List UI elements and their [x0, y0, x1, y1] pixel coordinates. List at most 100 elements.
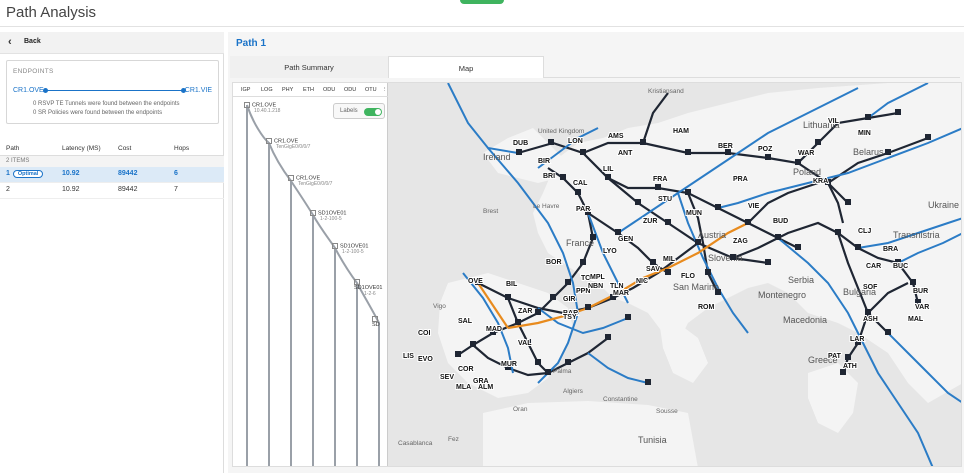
geo-label: Montenegro — [758, 290, 806, 300]
geo-label: Vigo — [433, 303, 446, 310]
node-label[interactable]: LIL — [602, 165, 615, 174]
node-label[interactable]: ANT — [617, 149, 634, 158]
node-label[interactable]: NIC — [635, 277, 649, 286]
table-row[interactable]: 2 10.92 89442 7 — [0, 183, 224, 199]
node-label[interactable]: EVO — [417, 355, 434, 364]
node-label[interactable]: PAR — [575, 205, 591, 214]
source-dot — [43, 88, 48, 93]
node-label[interactable]: MUR — [500, 360, 518, 369]
node-label[interactable]: LYO — [602, 247, 618, 256]
hop-node[interactable]: CR1.OVE TenGigE0/0/0/7 — [266, 138, 310, 150]
hop-checkbox[interactable] — [332, 243, 338, 249]
node-label[interactable]: ZAG — [732, 237, 749, 246]
hop-node[interactable]: SD1OVE01 1-2-100-5 — [310, 210, 346, 222]
node-label[interactable]: MIL — [662, 255, 677, 264]
node-label[interactable]: MIN — [857, 129, 872, 138]
node-label[interactable]: GIR — [562, 295, 576, 304]
hop-node[interactable]: CR1.OVE 10.40.1.218 — [244, 102, 280, 114]
status-indicator — [460, 0, 504, 4]
node-label[interactable]: ZAR — [517, 307, 533, 316]
node-label[interactable]: LON — [567, 137, 584, 146]
node-label[interactable]: AMS — [607, 132, 625, 141]
node-label[interactable]: BUC — [892, 262, 909, 271]
hop-node[interactable]: SD — [372, 316, 387, 328]
node-label[interactable]: NBN — [587, 282, 604, 291]
back-button[interactable]: ‹ Back — [0, 32, 224, 54]
node-label[interactable]: ROM — [697, 303, 716, 312]
node-label[interactable]: ATH — [842, 362, 858, 371]
node-label[interactable]: SAL — [457, 317, 474, 326]
node-label[interactable]: VAR — [914, 303, 930, 312]
node-label[interactable]: OVE — [467, 277, 484, 286]
col-latency[interactable]: Latency (MS) — [62, 145, 101, 152]
node-label[interactable]: MPL — [589, 273, 607, 282]
node-label[interactable]: BRA — [882, 245, 899, 254]
node-label[interactable]: FLO — [680, 272, 697, 281]
node-label[interactable]: STU — [657, 195, 673, 204]
sr-note: 0 SR Policies were found between the end… — [33, 110, 163, 116]
node-label[interactable]: COR — [457, 365, 475, 374]
node-label[interactable]: GEN — [617, 235, 634, 244]
hop-checkbox[interactable] — [354, 279, 360, 285]
node-label[interactable]: VIE — [747, 202, 761, 211]
node-label[interactable]: ZUR — [642, 217, 658, 226]
node-label[interactable]: MUN — [685, 209, 703, 218]
source-endpoint[interactable]: CR1.OVE — [13, 87, 44, 94]
geo-label: Macedonia — [783, 315, 827, 325]
node-label[interactable]: MAR — [612, 289, 630, 298]
node-label[interactable]: HAM — [672, 127, 690, 136]
geo-label: Palma — [553, 368, 572, 375]
destination-endpoint[interactable]: CR1.VIE — [185, 87, 212, 94]
node-label[interactable]: FRA — [652, 175, 668, 184]
hop-checkbox[interactable] — [310, 210, 316, 216]
node-label[interactable]: CAR — [865, 262, 882, 271]
node-label[interactable]: BRI — [542, 172, 556, 181]
hop-node[interactable]: CR1.OVE TenGigE0/0/0/7 — [288, 175, 332, 187]
tab-map[interactable]: Map — [388, 56, 544, 78]
node-label[interactable]: BIL — [505, 280, 519, 289]
node-label[interactable]: BUR — [912, 287, 929, 296]
node-label[interactable]: ASH — [862, 315, 879, 324]
geo-label: Algiers — [563, 388, 584, 395]
node-label[interactable]: SOF — [862, 283, 879, 292]
col-path[interactable]: Path — [6, 145, 19, 152]
col-hops[interactable]: Hops — [174, 145, 189, 152]
node-label[interactable]: TLN — [609, 282, 625, 291]
hop-checkbox[interactable] — [244, 102, 250, 108]
hop-checkbox[interactable] — [266, 138, 272, 144]
node-label[interactable]: COI — [417, 329, 432, 338]
node-label[interactable]: MAL — [907, 315, 925, 324]
node-label[interactable]: SAV — [645, 265, 661, 274]
hop-node[interactable]: SD1OVE01 1-2-100-5 — [332, 243, 368, 255]
node-label[interactable]: TSY — [562, 313, 578, 322]
node-label[interactable]: POZ — [757, 145, 774, 154]
node-label[interactable]: PRA — [732, 175, 749, 184]
node-label[interactable]: CLJ — [857, 227, 872, 236]
node-label[interactable]: MAD — [485, 325, 503, 334]
node-label[interactable]: SEV — [439, 373, 455, 382]
col-cost[interactable]: Cost — [118, 145, 131, 152]
node-label[interactable]: MLA — [455, 383, 472, 392]
network-map[interactable]: Ireland Lithuania Belarus Poland Ukraine… — [388, 83, 962, 467]
node-label[interactable]: VAL — [517, 339, 533, 348]
node-label[interactable]: LIS — [402, 352, 415, 361]
node-label[interactable]: ALM — [477, 383, 494, 392]
map-canvas[interactable]: Ireland Lithuania Belarus Poland Ukraine… — [388, 83, 962, 467]
node-label[interactable]: BER — [717, 142, 734, 151]
hop-node[interactable]: SD1OVE01 1-2-6 — [354, 279, 387, 297]
node-label[interactable]: CAL — [572, 179, 589, 188]
node-label[interactable]: WAR — [797, 149, 815, 158]
hop-checkbox[interactable] — [372, 316, 378, 322]
node-label[interactable]: LAR — [849, 335, 865, 344]
table-row[interactable]: 1 Optimal 10.92 89442 6 — [0, 167, 224, 183]
node-label[interactable]: PAT — [827, 352, 843, 361]
node-label[interactable]: BUD — [772, 217, 789, 226]
node-label[interactable]: KRA — [812, 177, 829, 186]
rsvp-note: 0 RSVP TE Tunnels were found between the… — [33, 101, 180, 107]
node-label[interactable]: DUB — [512, 139, 529, 148]
tab-path-summary[interactable]: Path Summary — [230, 56, 388, 78]
node-label[interactable]: BOR — [545, 258, 563, 267]
node-label[interactable]: VIL — [827, 117, 841, 126]
hop-checkbox[interactable] — [288, 175, 294, 181]
node-label[interactable]: BIR — [537, 157, 551, 166]
